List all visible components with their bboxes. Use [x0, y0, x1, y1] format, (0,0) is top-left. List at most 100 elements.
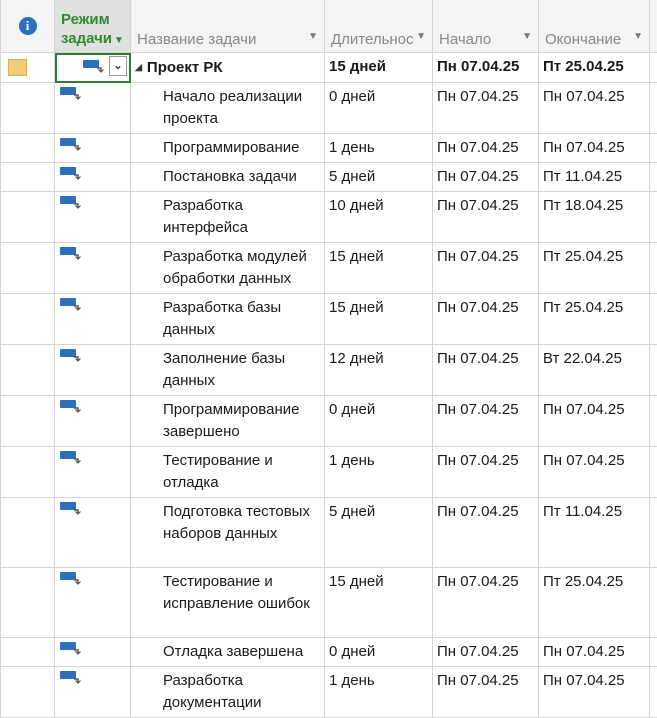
task-extra-cell[interactable] — [650, 667, 657, 718]
task-mode-cell[interactable] — [55, 498, 131, 568]
task-row[interactable]: Разработка базы данных15 днейПн 07.04.25… — [1, 294, 657, 345]
task-start[interactable]: Пн 07.04.25 — [433, 667, 539, 718]
task-finish[interactable]: Пн 07.04.25 — [539, 396, 650, 447]
task-duration[interactable]: 5 дней — [325, 163, 433, 192]
task-duration[interactable]: 0 дней — [325, 638, 433, 667]
task-finish[interactable]: Пн 07.04.25 — [539, 638, 650, 667]
task-duration[interactable]: 5 дней — [325, 498, 433, 568]
summary-start[interactable]: Пн 07.04.25 — [433, 53, 539, 83]
task-row[interactable]: Постановка задачи5 днейПн 07.04.25Пт 11.… — [1, 163, 657, 192]
task-name[interactable]: Начало реализации проекта — [131, 83, 325, 134]
task-extra-cell[interactable] — [650, 396, 657, 447]
indicator-cell[interactable] — [1, 345, 55, 396]
task-finish[interactable]: Вт 22.04.25 — [539, 345, 650, 396]
task-name[interactable]: Программирование завершено — [131, 396, 325, 447]
indicator-cell[interactable] — [1, 498, 55, 568]
task-duration[interactable]: 1 день — [325, 134, 433, 163]
task-extra-cell[interactable] — [650, 638, 657, 667]
task-name[interactable]: Постановка задачи — [131, 163, 325, 192]
task-extra-cell[interactable] — [650, 568, 657, 638]
indicator-cell[interactable] — [1, 447, 55, 498]
task-duration[interactable]: 12 дней — [325, 345, 433, 396]
task-extra-cell[interactable] — [650, 294, 657, 345]
task-finish[interactable]: Пн 07.04.25 — [539, 447, 650, 498]
task-extra-cell[interactable] — [650, 134, 657, 163]
task-mode-cell[interactable] — [55, 396, 131, 447]
task-mode-cell[interactable] — [55, 345, 131, 396]
summary-task-name[interactable]: ◢Проект РК — [131, 53, 325, 83]
extra-column-header[interactable]: П — [650, 0, 657, 53]
task-mode-cell[interactable] — [55, 568, 131, 638]
task-row[interactable]: Разработка документации1 деньПн 07.04.25… — [1, 667, 657, 718]
task-mode-header[interactable]: Режим задачи▼ — [55, 0, 131, 53]
task-row[interactable]: Программирование1 деньПн 07.04.25Пн 07.0… — [1, 134, 657, 163]
task-extra-cell[interactable] — [650, 498, 657, 568]
task-extra-cell[interactable] — [650, 447, 657, 498]
finish-filter-arrow-icon[interactable]: ▼ — [633, 31, 643, 42]
task-name[interactable]: Тестирование и отладка — [131, 447, 325, 498]
task-mode-cell[interactable] — [55, 638, 131, 667]
task-finish[interactable]: Пт 11.04.25 — [539, 163, 650, 192]
task-row[interactable]: Тестирование и исправление ошибок15 дней… — [1, 568, 657, 638]
task-duration[interactable]: 0 дней — [325, 83, 433, 134]
indicator-cell[interactable] — [1, 243, 55, 294]
task-mode-dropdown-icon[interactable]: ⌄ — [109, 56, 127, 76]
task-start[interactable]: Пн 07.04.25 — [433, 447, 539, 498]
task-start[interactable]: Пн 07.04.25 — [433, 345, 539, 396]
start-filter-arrow-icon[interactable]: ▼ — [522, 31, 532, 42]
task-name[interactable]: Отладка завершена — [131, 638, 325, 667]
task-start[interactable]: Пн 07.04.25 — [433, 243, 539, 294]
task-mode-cell[interactable] — [55, 243, 131, 294]
task-row[interactable]: Начало реализации проекта0 дней Пн 07.04.… — [1, 83, 657, 134]
task-duration[interactable]: 1 день — [325, 667, 433, 718]
task-mode-filter-arrow-icon[interactable]: ▼ — [114, 35, 124, 46]
finish-header[interactable]: Окончание▼ — [539, 0, 650, 53]
task-start[interactable]: Пн 07.04.25 — [433, 396, 539, 447]
task-extra-cell[interactable] — [650, 83, 657, 134]
task-mode-cell[interactable] — [55, 447, 131, 498]
task-finish[interactable]: Пт 25.04.25 — [539, 243, 650, 294]
collapse-triangle-icon[interactable]: ◢ — [135, 56, 142, 78]
indicator-cell[interactable] — [1, 163, 55, 192]
task-duration[interactable]: 0 дней — [325, 396, 433, 447]
task-name-header[interactable]: Название задачи▼ — [131, 0, 325, 53]
task-mode-cell[interactable] — [55, 294, 131, 345]
duration-header[interactable]: Длительнос▼ — [325, 0, 433, 53]
task-finish[interactable]: Пн 07.04.25 — [539, 134, 650, 163]
task-extra-cell[interactable] — [650, 243, 657, 294]
summary-indicator-cell[interactable] — [1, 53, 55, 83]
summary-task-mode-cell[interactable]: ⌄ — [55, 53, 131, 83]
start-header[interactable]: Начало▼ — [433, 0, 539, 53]
summary-finish[interactable]: Пт 25.04.25 — [539, 53, 650, 83]
task-start[interactable]: Пн 07.04.25 — [433, 163, 539, 192]
task-name[interactable]: Заполнение базы данных — [131, 345, 325, 396]
summary-duration[interactable]: 15 дней — [325, 53, 433, 83]
indicator-cell[interactable] — [1, 568, 55, 638]
duration-filter-arrow-icon[interactable]: ▼ — [416, 31, 426, 42]
task-finish[interactable]: Пт 11.04.25 — [539, 498, 650, 568]
task-mode-cell[interactable] — [55, 192, 131, 243]
task-start[interactable]: Пн 07.04.25 — [433, 134, 539, 163]
task-duration[interactable]: 15 дней — [325, 568, 433, 638]
task-row[interactable]: Разработка интерфейса10 днейПн 07.04.25П… — [1, 192, 657, 243]
indicator-cell[interactable] — [1, 667, 55, 718]
task-row[interactable]: Программирование завершено0 днейПн 07.04… — [1, 396, 657, 447]
task-row[interactable]: Тестирование и отладка1 деньПн 07.04.25П… — [1, 447, 657, 498]
indicators-header[interactable]: i — [1, 0, 55, 53]
indicator-cell[interactable] — [1, 192, 55, 243]
task-start[interactable]: Пн 07.04.25 — [433, 568, 539, 638]
task-row[interactable]: Подготовка тестовых наборов данных5 дней… — [1, 498, 657, 568]
task-finish[interactable]: Пн 07.04.25 — [539, 83, 650, 134]
summary-extra-cell[interactable] — [650, 53, 657, 83]
indicator-cell[interactable] — [1, 134, 55, 163]
indicator-cell[interactable] — [1, 83, 55, 134]
summary-task-row[interactable]: ⌄ ◢Проект РК 15 дней Пн 07.04.25 Пт 25.0… — [1, 53, 657, 83]
task-mode-cell[interactable] — [55, 163, 131, 192]
task-duration[interactable]: 15 дней — [325, 294, 433, 345]
indicator-cell[interactable] — [1, 294, 55, 345]
task-duration[interactable]: 15 дней — [325, 243, 433, 294]
task-finish[interactable]: Пт 18.04.25 — [539, 192, 650, 243]
task-start[interactable]: Пн 07.04.25 — [433, 638, 539, 667]
task-name[interactable]: Разработка интерфейса — [131, 192, 325, 243]
task-start[interactable]: Пн 07.04.25 — [433, 294, 539, 345]
